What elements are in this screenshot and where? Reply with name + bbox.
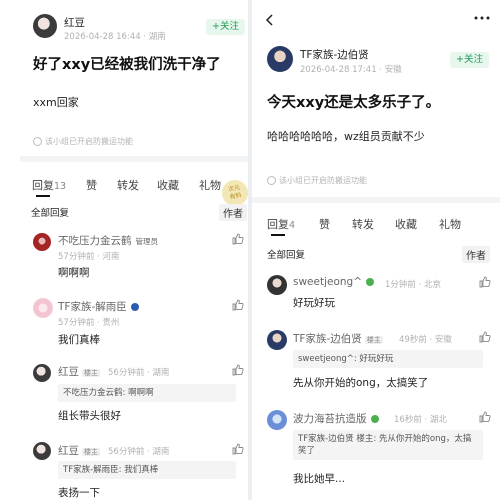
comment-text: 啊啊啊	[58, 267, 90, 279]
comment-meta: 57分钟前 · 贵州	[58, 318, 120, 328]
author-name[interactable]: 红豆	[64, 15, 85, 30]
comment-author[interactable]: 红豆 楼主	[58, 443, 100, 458]
post-meta: 2026-04-28 16:44 · 湖南	[64, 32, 166, 42]
admin-tag: 管理员	[135, 237, 159, 246]
tab-likes[interactable]: 赞	[319, 216, 330, 232]
comment-text: 组长带头很好	[58, 410, 121, 422]
follow-button[interactable]: +关注	[450, 52, 489, 68]
comment-avatar[interactable]	[33, 364, 51, 382]
notice-icon	[33, 137, 42, 146]
comment-avatar[interactable]	[267, 410, 287, 430]
op-badge: 楼主	[82, 448, 100, 456]
comment-text: 我们真棒	[58, 334, 100, 346]
quoted-reply: sweetjeong^: 好玩好玩	[293, 350, 483, 368]
follow-button[interactable]: +关注	[206, 19, 245, 35]
comment-author[interactable]: 不吃压力金云鹤 管理员	[58, 233, 158, 248]
tab-replies[interactable]: 回复4	[267, 216, 295, 232]
quoted-reply: TF家族-解雨臣: 我们真棒	[58, 461, 236, 479]
tab-reposts[interactable]: 转发	[352, 216, 374, 232]
like-icon[interactable]	[232, 364, 244, 376]
comment-author[interactable]: TF家族-解雨臣	[58, 299, 139, 314]
post-title: 好了xxy已经被我们洗干净了	[33, 57, 221, 73]
comment-meta: 57分钟前 · 河南	[58, 252, 120, 262]
comment-text: 我比她早...	[293, 473, 346, 485]
section-divider	[252, 197, 500, 203]
anti-repost-notice: 该小组已开启防搬运功能	[33, 136, 133, 147]
op-badge: 楼主	[364, 336, 383, 344]
post-body: 哈哈哈哈哈哈，wz组员贡献不少	[267, 130, 425, 143]
post-meta: 2026-04-28 17:41 · 安徽	[300, 65, 402, 75]
notice-icon	[267, 176, 276, 185]
comment-meta: 56分钟前 · 湖南	[108, 368, 170, 378]
active-tab-underline	[36, 195, 50, 197]
comment-author[interactable]: TF家族-边伯贤 楼主	[293, 331, 383, 346]
like-icon[interactable]	[479, 331, 491, 343]
comment-avatar[interactable]	[33, 442, 51, 460]
tab-reposts[interactable]: 转发	[117, 177, 139, 193]
comment-author[interactable]: sweetjeong^	[293, 276, 375, 288]
quoted-reply: 不吃压力金云鹤: 啊啊啊	[58, 384, 236, 402]
active-tab-underline	[271, 234, 285, 236]
tab-favorites[interactable]: 收藏	[157, 177, 179, 193]
tab-favorites[interactable]: 收藏	[395, 216, 417, 232]
level-icon	[366, 278, 375, 286]
level-icon	[370, 415, 379, 423]
right-post-screen: TF家族-边伯贤 2026-04-28 17:41 · 安徽 +关注 今天xxy…	[252, 0, 500, 500]
post-body: xxm回家	[33, 96, 79, 109]
like-icon[interactable]	[232, 299, 244, 311]
comment-avatar[interactable]	[33, 298, 53, 318]
op-badge: 楼主	[82, 369, 100, 377]
post-title: 今天xxy还是太多乐子了。	[267, 95, 441, 111]
tab-replies[interactable]: 回复13	[32, 177, 66, 193]
comment-avatar[interactable]	[33, 233, 51, 251]
all-replies-label: 全部回复	[31, 208, 70, 219]
comment-author[interactable]: 红豆 楼主	[58, 364, 100, 379]
comment-text: 表扬一下	[58, 487, 100, 499]
comment-author[interactable]: 波力海苔抗造版	[293, 411, 379, 426]
comment-meta: 1分钟前 · 北京	[385, 280, 442, 290]
section-divider	[20, 156, 248, 162]
tab-gifts[interactable]: 礼物	[439, 216, 461, 232]
author-avatar[interactable]	[33, 14, 57, 38]
tab-likes[interactable]: 赞	[86, 177, 97, 193]
author-name[interactable]: TF家族-边伯贤	[300, 47, 369, 62]
tab-gifts[interactable]: 礼物	[199, 177, 221, 193]
more-icon[interactable]	[474, 16, 490, 20]
sort-author-button[interactable]: 作者	[219, 204, 247, 221]
quoted-reply: TF家族-边伯贤 楼主: 先从你开始的ong，太搞笑了	[293, 430, 483, 460]
like-icon[interactable]	[232, 443, 244, 455]
verified-icon	[130, 303, 139, 311]
all-replies-label: 全部回复	[267, 250, 306, 261]
comment-meta: 16秒前 · 湖北	[394, 415, 447, 425]
author-avatar[interactable]	[267, 46, 293, 72]
like-icon[interactable]	[479, 411, 491, 423]
like-icon[interactable]	[232, 233, 244, 245]
comment-avatar[interactable]	[267, 275, 287, 295]
anti-repost-notice: 该小组已开启防搬运功能	[267, 175, 367, 186]
comment-text: 先从你开始的ong，太搞笑了	[293, 377, 429, 389]
comment-meta: 56分钟前 · 湖南	[108, 447, 170, 457]
sort-author-button[interactable]: 作者	[462, 246, 490, 263]
comment-avatar[interactable]	[267, 330, 287, 350]
like-icon[interactable]	[479, 276, 491, 288]
back-arrow-icon[interactable]	[264, 14, 276, 26]
left-post-screen: 红豆 2026-04-28 16:44 · 湖南 +关注 好了xxy已经被我们洗…	[0, 0, 248, 500]
comment-meta: 49秒前 · 安徽	[399, 335, 452, 345]
comment-text: 好玩好玩	[293, 297, 335, 309]
